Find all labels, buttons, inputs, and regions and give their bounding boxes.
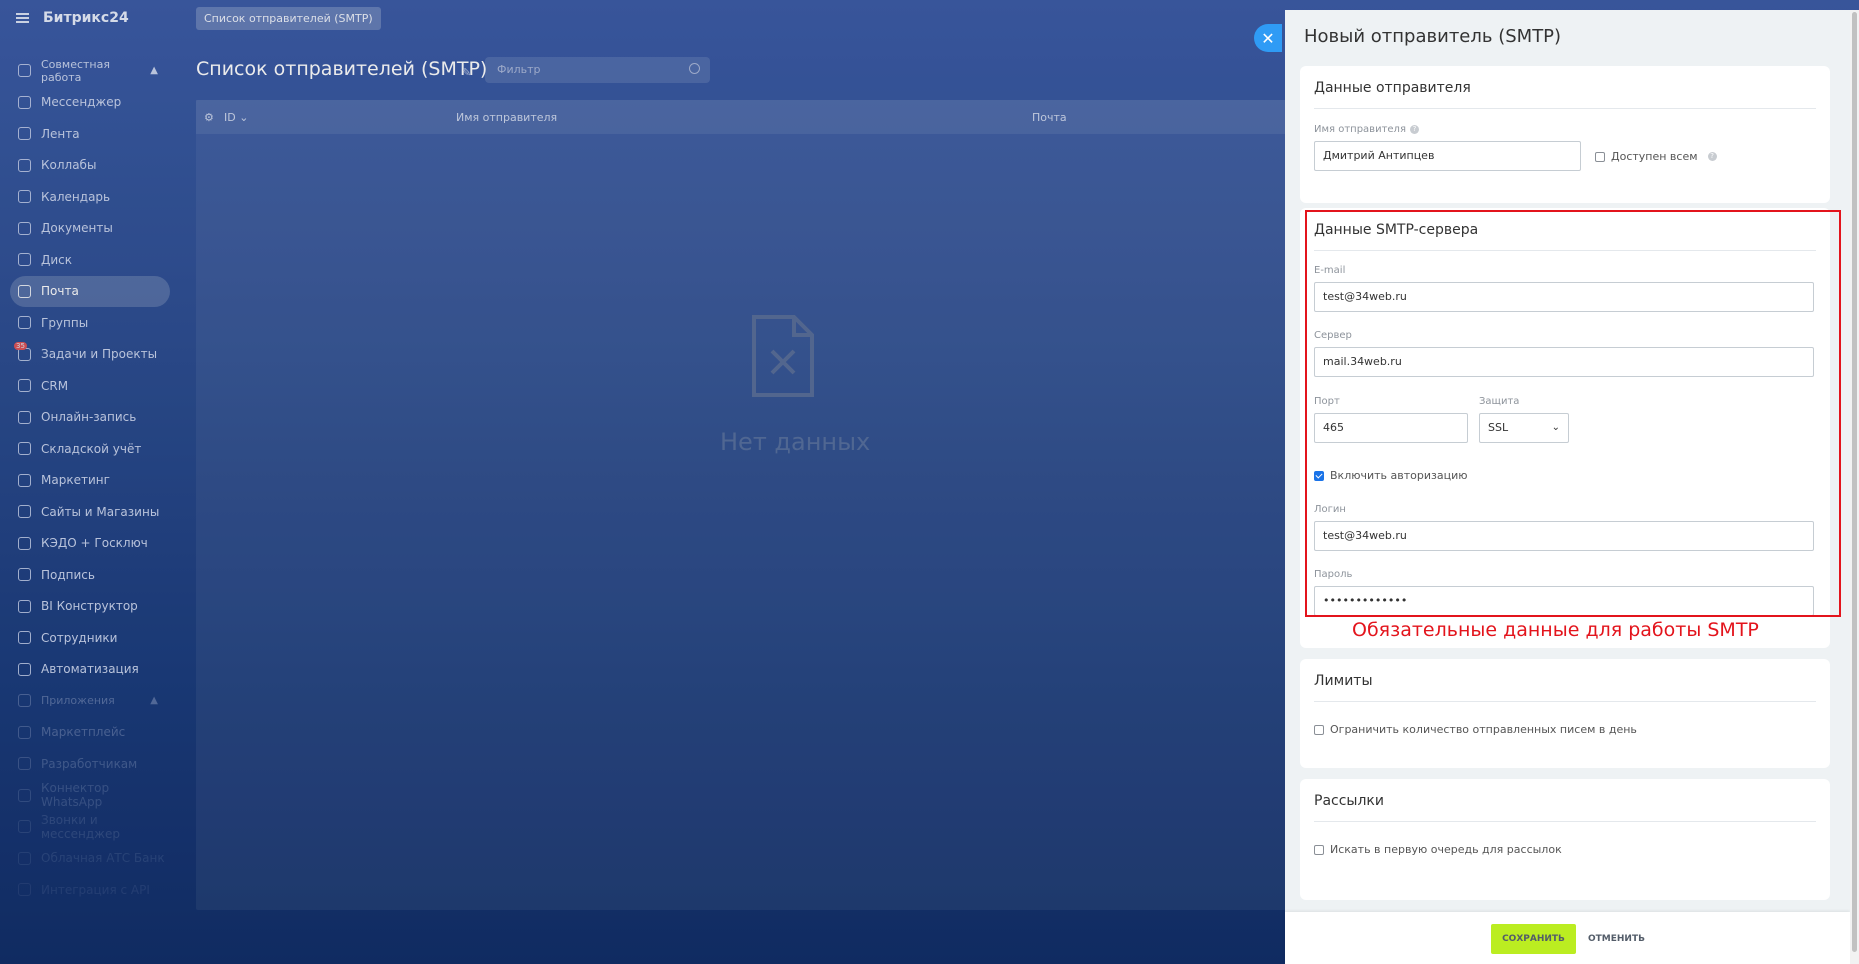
public-checkbox[interactable]: Доступен всем ? bbox=[1595, 150, 1717, 163]
checkbox-icon[interactable] bbox=[1595, 151, 1605, 162]
help-icon[interactable]: ? bbox=[1409, 125, 1419, 134]
scrollbar[interactable] bbox=[1850, 10, 1859, 964]
limit-checkbox-label: Ограничить количество отправленных писем… bbox=[1330, 723, 1637, 736]
divider bbox=[1314, 108, 1816, 109]
limit-checkbox[interactable]: Ограничить количество отправленных писем… bbox=[1314, 723, 1637, 736]
limits-card: Лимиты Ограничить количество отправленны… bbox=[1300, 659, 1830, 768]
required-fields-highlight bbox=[1305, 210, 1841, 617]
cancel-button[interactable]: ОТМЕНИТЬ bbox=[1588, 924, 1645, 954]
checkbox-icon[interactable] bbox=[1314, 844, 1324, 855]
sender-card: Данные отправителя Имя отправителя? Дмит… bbox=[1300, 66, 1830, 203]
checkbox-icon[interactable] bbox=[1314, 724, 1324, 735]
divider bbox=[1314, 821, 1816, 822]
mailing-checkbox[interactable]: Искать в первую очередь для рассылок bbox=[1314, 843, 1562, 856]
scrollbar-thumb[interactable] bbox=[1852, 12, 1857, 952]
close-icon[interactable]: ✕ bbox=[1254, 24, 1282, 52]
sender-section-title: Данные отправителя bbox=[1314, 80, 1471, 96]
divider bbox=[1314, 701, 1816, 702]
public-checkbox-label: Доступен всем bbox=[1611, 150, 1698, 163]
slider-title: Новый отправитель (SMTP) bbox=[1304, 26, 1562, 47]
sender-name-label: Имя отправителя? bbox=[1314, 124, 1419, 135]
mailings-section-title: Рассылки bbox=[1314, 793, 1384, 809]
slider-footer: СОХРАНИТЬ ОТМЕНИТЬ bbox=[1285, 912, 1850, 964]
mailing-checkbox-label: Искать в первую очередь для рассылок bbox=[1330, 843, 1562, 856]
help-icon[interactable]: ? bbox=[1707, 152, 1717, 161]
sender-name-input[interactable]: Дмитрий Антипцев bbox=[1314, 141, 1581, 171]
limits-section-title: Лимиты bbox=[1314, 673, 1373, 689]
sender-name-label-text: Имя отправителя bbox=[1314, 124, 1406, 135]
mailings-card: Рассылки Искать в первую очередь для рас… bbox=[1300, 779, 1830, 900]
app-background: Битрикс24 Совместная работа ▲ Мессенджер… bbox=[0, 0, 1859, 964]
required-fields-annotation: Обязательные данные для работы SMTP bbox=[1352, 619, 1759, 641]
save-button[interactable]: СОХРАНИТЬ bbox=[1491, 924, 1576, 954]
